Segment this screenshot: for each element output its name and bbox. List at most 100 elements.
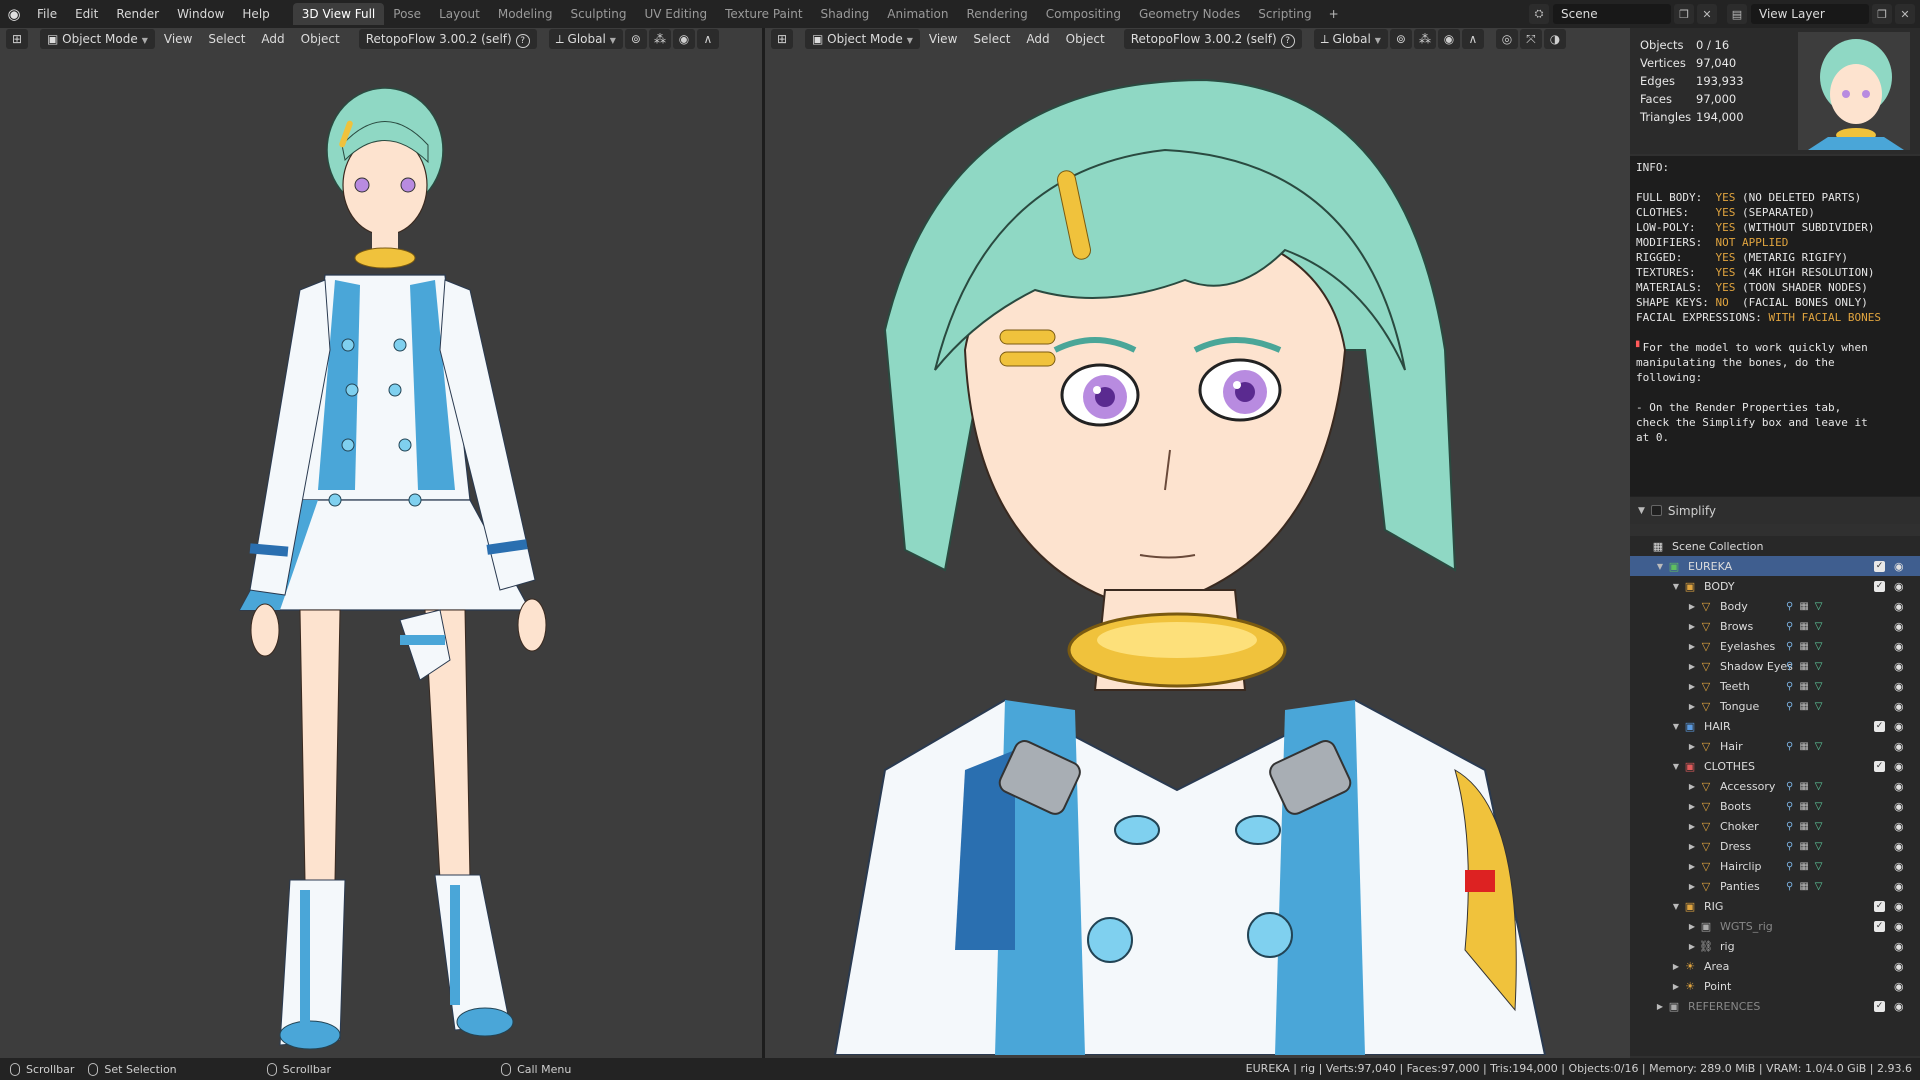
simplify-panel-header[interactable]: ▼ Simplify <box>1630 496 1920 524</box>
falloff-icon[interactable]: ∧ <box>696 29 719 49</box>
tab-layout[interactable]: Layout <box>430 3 489 25</box>
gizmo-icon[interactable]: ⤧ <box>1519 29 1542 49</box>
viewport-left[interactable]: ⊞ ▣ Object Mode ▼ View Select Add Object … <box>0 28 762 1058</box>
info-text-editor[interactable]: INFO: FULL BODY: YES (NO DELETED PARTS) … <box>1630 156 1920 496</box>
outliner-item-hair[interactable]: ▶ ▽ Hair ⚲ ▦ ▽ ◉ <box>1630 736 1920 756</box>
exclude-checkbox[interactable]: ✓ <box>1874 560 1885 572</box>
eye-icon[interactable]: ◉ <box>1894 560 1904 573</box>
outliner-item-choker[interactable]: ▶ ▽ Choker ⚲ ▦ ▽ ◉ <box>1630 816 1920 836</box>
eye-icon[interactable]: ◉ <box>1894 980 1904 993</box>
tab-animation[interactable]: Animation <box>878 3 957 25</box>
eye-icon[interactable]: ◉ <box>1894 720 1904 733</box>
delete-scene-icon[interactable]: ✕ <box>1697 4 1717 24</box>
chevron-right-icon[interactable]: ▶ <box>1686 802 1698 811</box>
eye-icon[interactable]: ◉ <box>1894 700 1904 713</box>
menu-view[interactable]: View <box>157 29 199 49</box>
exclude-checkbox[interactable]: ✓ <box>1874 920 1885 932</box>
menu-edit[interactable]: Edit <box>66 0 107 28</box>
outliner-item-panties[interactable]: ▶ ▽ Panties ⚲ ▦ ▽ ◉ <box>1630 876 1920 896</box>
chevron-down-icon[interactable]: ▼ <box>1670 762 1682 771</box>
eye-icon[interactable]: ◉ <box>1894 760 1904 773</box>
outliner-item-shadow-eyes[interactable]: ▶ ▽ Shadow Eyes ⚲ ▦ ▽ ◉ <box>1630 656 1920 676</box>
chevron-down-icon[interactable]: ▼ <box>1670 722 1682 731</box>
eye-icon[interactable]: ◉ <box>1894 860 1904 873</box>
chevron-right-icon[interactable]: ▶ <box>1670 962 1682 971</box>
proportional-edit-icon[interactable]: ◉ <box>672 29 695 49</box>
exclude-checkbox[interactable]: ✓ <box>1874 900 1885 912</box>
tab-shading[interactable]: Shading <box>812 3 879 25</box>
mode-selector[interactable]: ▣ Object Mode ▼ <box>805 29 920 49</box>
outliner-item-clothes[interactable]: ▼ ▣ CLOTHES ✓ ◉ <box>1630 756 1920 776</box>
eye-icon[interactable]: ◉ <box>1894 600 1904 613</box>
chevron-right-icon[interactable]: ▶ <box>1670 982 1682 991</box>
pivot-icon[interactable]: ⊚ <box>624 29 647 49</box>
tab-3d-view-full[interactable]: 3D View Full <box>292 3 385 25</box>
outliner-item-hairclip[interactable]: ▶ ▽ Hairclip ⚲ ▦ ▽ ◉ <box>1630 856 1920 876</box>
retopoflow-button[interactable]: RetopoFlow 3.00.2 (self)? <box>1123 29 1302 49</box>
scene-field[interactable]: Scene <box>1553 4 1671 24</box>
chevron-right-icon[interactable]: ▶ <box>1686 822 1698 831</box>
menu-file[interactable]: File <box>28 0 66 28</box>
outliner-item-wgts-rig[interactable]: ▶ ▣ WGTS_rig ✓ ◉ <box>1630 916 1920 936</box>
outliner-item-eureka[interactable]: ▼ ▣ EUREKA ✓ ◉ <box>1630 556 1920 576</box>
tab-scripting[interactable]: Scripting <box>1249 3 1320 25</box>
eye-icon[interactable]: ◉ <box>1894 1000 1904 1013</box>
outliner-scene-collection[interactable]: ▦ Scene Collection <box>1630 536 1920 556</box>
outliner-item-accessory[interactable]: ▶ ▽ Accessory ⚲ ▦ ▽ ◉ <box>1630 776 1920 796</box>
chevron-down-icon[interactable]: ▼ <box>1654 562 1666 571</box>
simplify-checkbox[interactable] <box>1650 505 1662 516</box>
outliner-item-rig[interactable]: ▼ ▣ RIG ✓ ◉ <box>1630 896 1920 916</box>
new-view-layer-icon[interactable]: ❐ <box>1872 4 1892 24</box>
retopoflow-button[interactable]: RetopoFlow 3.00.2 (self)? <box>358 29 537 49</box>
exclude-checkbox[interactable]: ✓ <box>1874 580 1885 592</box>
snap-icon[interactable]: ⁂ <box>648 29 671 49</box>
outliner-item-dress[interactable]: ▶ ▽ Dress ⚲ ▦ ▽ ◉ <box>1630 836 1920 856</box>
tab-compositing[interactable]: Compositing <box>1037 3 1130 25</box>
mode-selector[interactable]: ▣ Object Mode ▼ <box>40 29 155 49</box>
outliner-item-point[interactable]: ▶ ☀ Point ◉ <box>1630 976 1920 996</box>
tab-uv-editing[interactable]: UV Editing <box>636 3 717 25</box>
chevron-right-icon[interactable]: ▶ <box>1686 782 1698 791</box>
outliner-item-hair[interactable]: ▼ ▣ HAIR ✓ ◉ <box>1630 716 1920 736</box>
new-scene-icon[interactable]: ❐ <box>1674 4 1694 24</box>
chevron-right-icon[interactable]: ▶ <box>1686 882 1698 891</box>
eye-icon[interactable]: ◉ <box>1894 660 1904 673</box>
chevron-right-icon[interactable]: ▶ <box>1686 702 1698 711</box>
exclude-checkbox[interactable]: ✓ <box>1874 1000 1885 1012</box>
menu-select[interactable]: Select <box>966 29 1017 49</box>
outliner-item-references[interactable]: ▶ ▣ REFERENCES ✓ ◉ <box>1630 996 1920 1016</box>
viewport-right[interactable]: ⊞ ▣ Object Mode ▼ View Select Add Object … <box>765 28 1630 1058</box>
tab-pose[interactable]: Pose <box>384 3 430 25</box>
eye-icon[interactable]: ◉ <box>1894 820 1904 833</box>
chevron-right-icon[interactable]: ▶ <box>1654 1002 1666 1011</box>
menu-render[interactable]: Render <box>107 0 168 28</box>
chevron-right-icon[interactable]: ▶ <box>1686 682 1698 691</box>
editor-type-icon[interactable]: ⊞ <box>6 29 28 49</box>
eye-icon[interactable]: ◉ <box>1894 620 1904 633</box>
falloff-icon[interactable]: ∧ <box>1461 29 1484 49</box>
proportional-edit-icon[interactable]: ◉ <box>1437 29 1460 49</box>
chevron-right-icon[interactable]: ▶ <box>1686 942 1698 951</box>
tab-sculpting[interactable]: Sculpting <box>561 3 635 25</box>
chevron-right-icon[interactable]: ▶ <box>1686 662 1698 671</box>
eye-icon[interactable]: ◉ <box>1894 740 1904 753</box>
eye-icon[interactable]: ◉ <box>1894 880 1904 893</box>
menu-view[interactable]: View <box>922 29 964 49</box>
eye-icon[interactable]: ◉ <box>1894 920 1904 933</box>
eye-icon[interactable]: ◉ <box>1894 840 1904 853</box>
menu-add[interactable]: Add <box>1019 29 1056 49</box>
chevron-right-icon[interactable]: ▶ <box>1686 742 1698 751</box>
scene-icon[interactable]: ⛭ <box>1529 4 1549 24</box>
editor-type-icon[interactable]: ⊞ <box>771 29 793 49</box>
menu-select[interactable]: Select <box>201 29 252 49</box>
eye-icon[interactable]: ◉ <box>1894 900 1904 913</box>
add-workspace-button[interactable]: + <box>1321 3 1347 25</box>
outliner-item-eyelashes[interactable]: ▶ ▽ Eyelashes ⚲ ▦ ▽ ◉ <box>1630 636 1920 656</box>
chevron-down-icon[interactable]: ▼ <box>1670 902 1682 911</box>
tab-modeling[interactable]: Modeling <box>489 3 562 25</box>
pivot-icon[interactable]: ⊚ <box>1389 29 1412 49</box>
menu-add[interactable]: Add <box>254 29 291 49</box>
menu-window[interactable]: Window <box>168 0 233 28</box>
exclude-checkbox[interactable]: ✓ <box>1874 760 1885 772</box>
eye-icon[interactable]: ◉ <box>1894 580 1904 593</box>
